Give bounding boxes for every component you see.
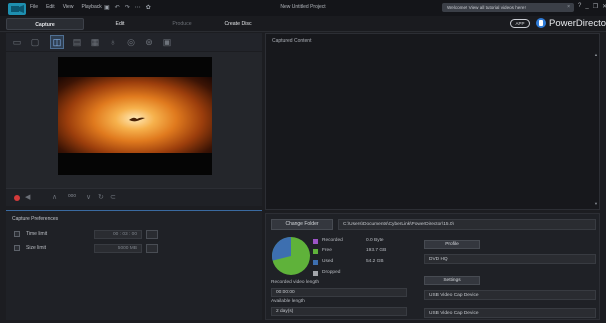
- time-limit-checkbox[interactable]: [14, 231, 20, 237]
- app-button[interactable]: APP: [510, 19, 530, 28]
- profile-button[interactable]: Profile: [424, 240, 480, 249]
- size-limit-spin-button[interactable]: [146, 244, 158, 253]
- optical-drive-icon[interactable]: ▭: [10, 35, 24, 49]
- video-preview: [58, 57, 212, 175]
- tab-create-disc[interactable]: Create Disc: [210, 18, 266, 30]
- time-limit-spin-button[interactable]: [146, 230, 158, 239]
- folder-path-field: C:\Users\Documents\CyberLink\PowerDirect…: [338, 219, 596, 230]
- disk-usage-pie: [272, 237, 310, 275]
- restore-icon[interactable]: ❐: [593, 3, 598, 10]
- settings-button[interactable]: Settings: [424, 276, 480, 285]
- playback-controls: ◀ ∧ 000 ∨ ↻ ⊂: [6, 188, 262, 206]
- change-folder-button[interactable]: Change Folder: [271, 219, 333, 230]
- tab-capture[interactable]: Capture: [6, 18, 84, 30]
- time-readout: 000: [68, 194, 77, 199]
- captured-content-header: Captured Content: [272, 38, 312, 44]
- snapshot-icon[interactable]: ⊂: [110, 193, 116, 201]
- welcome-text: Welcome! View all tutorial videos here!: [447, 5, 526, 10]
- legend-used: Used 54.2 GB: [313, 259, 413, 267]
- time-limit-input[interactable]: 00 : 03 : 00: [94, 230, 142, 239]
- brand-name: PowerDirector: [549, 18, 606, 29]
- rotate-icon[interactable]: ↻: [98, 193, 104, 201]
- preview-window: [6, 52, 262, 188]
- bird-silhouette: [129, 117, 145, 122]
- capture-preferences-header: Capture Preferences: [12, 216, 59, 222]
- dv-icon[interactable]: ▦: [88, 35, 102, 49]
- time-limit-label: Time limit: [26, 231, 48, 237]
- capture-preferences: Capture Preferences Time limit 00 : 03 :…: [6, 210, 262, 320]
- size-limit-checkbox[interactable]: [14, 245, 20, 251]
- size-limit-row: Size limit 5000 MB: [14, 244, 254, 254]
- scroll-down-icon[interactable]: ▼: [594, 201, 598, 206]
- radio-icon[interactable]: ◎: [124, 35, 138, 49]
- scroll-up-icon[interactable]: ▲: [594, 52, 598, 57]
- capture-device-audio[interactable]: USB Video Cap Device: [424, 308, 596, 318]
- record-screen-icon[interactable]: ▣: [160, 35, 174, 49]
- webcam-icon[interactable]: ◫: [50, 35, 64, 49]
- minimize-icon[interactable]: _: [585, 3, 588, 10]
- time-limit-row: Time limit 00 : 03 : 00: [14, 230, 254, 240]
- legend-swatch: [313, 239, 318, 244]
- legend-swatch: [313, 260, 318, 265]
- volume-icon[interactable]: ◀: [25, 193, 30, 201]
- capture-info-panel: Change Folder C:\Users\Documents\CyberLi…: [265, 213, 600, 320]
- legend-free: Free 193.7 GB: [313, 248, 413, 256]
- profile-value: DVD HQ: [424, 254, 596, 264]
- powerdirector-logo-icon: [536, 18, 546, 28]
- available-length-label: Available length: [271, 299, 305, 304]
- captured-scrollbar[interactable]: ▲ ▼: [594, 44, 598, 208]
- size-limit-label: Size limit: [26, 245, 47, 251]
- camcorder-icon[interactable]: ▢: [28, 35, 42, 49]
- chevron-up-icon[interactable]: ∧: [52, 193, 57, 201]
- microphone-icon[interactable]: ♁: [106, 35, 120, 49]
- tab-produce[interactable]: Produce: [154, 18, 210, 30]
- recorded-length-label: Recorded video length: [271, 280, 320, 285]
- capture-source-toolbar: ▭ ▢ ◫ ▤ ▦ ♁ ◎ ⊛ ▣: [6, 33, 262, 51]
- available-length-field: 2 day(s): [271, 307, 407, 316]
- legend-swatch: [313, 271, 318, 276]
- close-icon[interactable]: ✕: [602, 3, 606, 10]
- screen-capture-icon[interactable]: ⊛: [142, 35, 156, 49]
- window-controls: ? _ ❐ ✕: [578, 3, 606, 10]
- welcome-banner[interactable]: Welcome! View all tutorial videos here! …: [442, 3, 574, 12]
- recorded-length-field: 00:00:00: [271, 288, 407, 297]
- close-banner-icon[interactable]: ×: [567, 4, 570, 10]
- legend-swatch: [313, 249, 318, 254]
- size-limit-input[interactable]: 5000 MB: [94, 244, 142, 253]
- tab-edit[interactable]: Edit: [92, 18, 148, 30]
- chevron-down-icon[interactable]: ∨: [86, 193, 91, 201]
- legend-recorded: Recorded 0.0 Byte: [313, 238, 413, 246]
- tv-icon[interactable]: ▤: [70, 35, 84, 49]
- record-button[interactable]: [14, 195, 20, 201]
- title-bar: File Edit View Playback ▣ ↶ ↷ ⋯ ✿ New Un…: [0, 0, 606, 16]
- captured-content-panel: Captured Content ▲ ▼: [265, 33, 600, 210]
- help-icon[interactable]: ?: [578, 3, 581, 10]
- capture-device-video[interactable]: USB Video Cap Device: [424, 290, 596, 300]
- legend-dropped: Dropped: [313, 270, 413, 278]
